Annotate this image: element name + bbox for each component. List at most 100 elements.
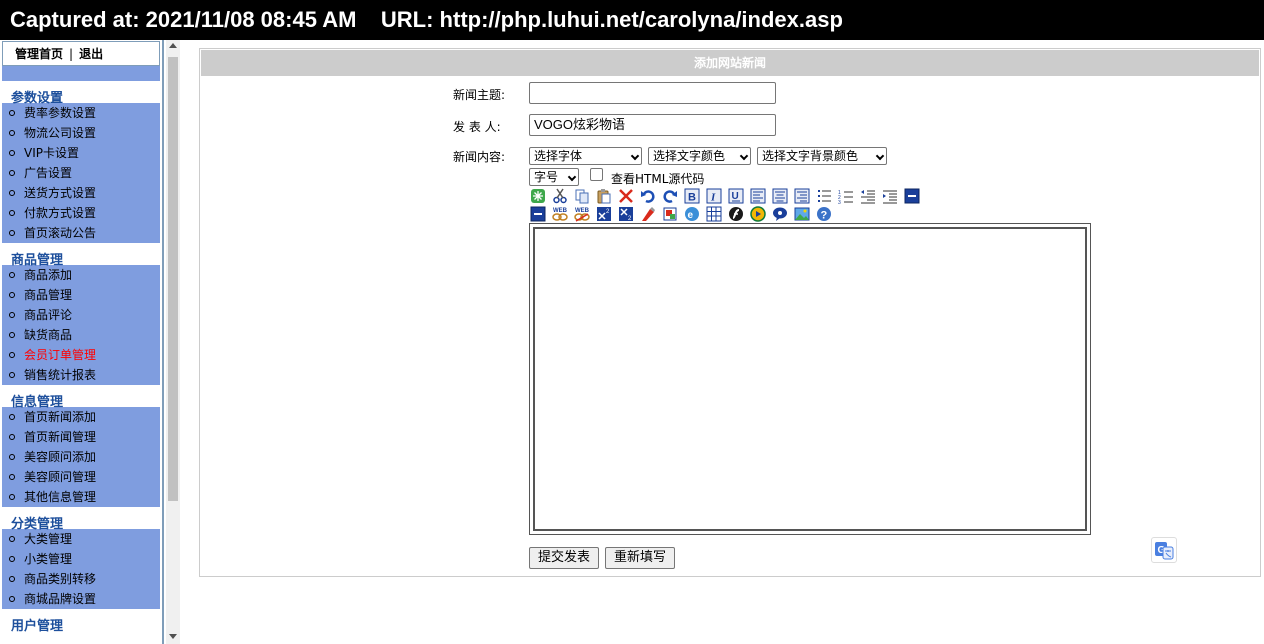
sidebar-item[interactable]: 首页新闻管理 bbox=[2, 427, 160, 447]
subject-input[interactable] bbox=[529, 82, 776, 104]
sidebar-section-title[interactable]: 商品管理 bbox=[2, 243, 160, 268]
reset-button[interactable]: 重新填写 bbox=[605, 547, 675, 569]
sidebar-item-label: 其他信息管理 bbox=[24, 490, 97, 504]
clean-format-icon[interactable] bbox=[640, 206, 656, 222]
scroll-down-icon[interactable] bbox=[169, 634, 177, 639]
paste-icon[interactable] bbox=[596, 188, 612, 204]
translate-icon[interactable]: G bbox=[1151, 537, 1177, 563]
bullet-icon bbox=[9, 190, 15, 196]
sidebar-item[interactable]: 商品类别转移 bbox=[2, 569, 160, 589]
sound-icon[interactable] bbox=[772, 206, 788, 222]
sidebar-section-title[interactable]: 分类管理 bbox=[2, 507, 160, 532]
table-icon[interactable] bbox=[706, 206, 722, 222]
align-left-icon[interactable] bbox=[750, 188, 766, 204]
sidebar-item[interactable]: 商品添加 bbox=[2, 265, 160, 285]
sidebar-top-links: 管理首页 | 退出 bbox=[2, 41, 160, 66]
picture-icon[interactable] bbox=[794, 206, 810, 222]
subscript-icon[interactable]: 2 bbox=[618, 206, 634, 222]
sidebar-item[interactable]: 物流公司设置 bbox=[2, 123, 160, 143]
text-color-select-value: 选择文字颜色 bbox=[653, 149, 726, 163]
sidebar-item[interactable]: 商品管理 bbox=[2, 285, 160, 305]
flash-icon[interactable] bbox=[728, 206, 744, 222]
font-size-select-value: 字号 bbox=[534, 170, 559, 184]
horizontal-rule-icon[interactable] bbox=[904, 188, 920, 204]
sidebar-item[interactable]: 小类管理 bbox=[2, 549, 160, 569]
page-title: 添加网站新闻 bbox=[201, 50, 1259, 76]
scroll-thumb[interactable] bbox=[168, 57, 178, 501]
subject-label: 新闻主题: bbox=[453, 88, 506, 102]
sidebar-item[interactable]: 美容顾问添加 bbox=[2, 447, 160, 467]
align-center-icon[interactable] bbox=[772, 188, 788, 204]
sidebar-item[interactable]: 会员订单管理 bbox=[2, 345, 160, 365]
sidebar-item[interactable]: 首页滚动公告 bbox=[2, 223, 160, 243]
ordered-list-icon[interactable]: 123 bbox=[838, 188, 854, 206]
redo-icon[interactable] bbox=[662, 188, 678, 204]
sidebar-item[interactable]: VIP卡设置 bbox=[2, 143, 160, 163]
submit-button[interactable]: 提交发表 bbox=[529, 547, 599, 569]
sidebar-item[interactable]: 费率参数设置 bbox=[2, 103, 160, 123]
sidebar-item[interactable]: 销售统计报表 bbox=[2, 365, 160, 385]
media-icon[interactable] bbox=[750, 206, 766, 222]
bg-color-select-value: 选择文字背景颜色 bbox=[762, 149, 859, 163]
web-icon[interactable]: e bbox=[684, 206, 700, 222]
bold-icon[interactable]: B bbox=[684, 188, 700, 204]
indent-icon[interactable] bbox=[882, 188, 898, 204]
sidebar-spacer bbox=[2, 66, 160, 81]
sidebar-item[interactable]: 商城品牌设置 bbox=[2, 589, 160, 609]
sidebar-item-label: 美容顾问添加 bbox=[24, 450, 97, 464]
content-editor[interactable] bbox=[529, 223, 1091, 535]
scroll-up-icon[interactable] bbox=[169, 43, 177, 48]
bullet-icon bbox=[9, 292, 15, 298]
delete-icon[interactable] bbox=[618, 188, 634, 204]
sidebar-item[interactable]: 付款方式设置 bbox=[2, 203, 160, 223]
author-input[interactable]: VOGO炫彩物语 bbox=[529, 114, 776, 136]
sidebar-item[interactable]: 美容顾问管理 bbox=[2, 467, 160, 487]
bullet-icon bbox=[9, 170, 15, 176]
align-right-icon[interactable] bbox=[794, 188, 810, 204]
sidebar-section-title[interactable]: 信息管理 bbox=[2, 385, 160, 410]
admin-home-link[interactable]: 管理首页 bbox=[15, 47, 63, 61]
chevron-down-icon bbox=[875, 151, 885, 161]
sidebar-section-title[interactable]: 参数设置 bbox=[2, 81, 160, 106]
undo-icon[interactable] bbox=[640, 188, 656, 204]
sidebar-item[interactable]: 其他信息管理 bbox=[2, 487, 160, 507]
logout-link[interactable]: 退出 bbox=[79, 47, 103, 61]
sidebar-item[interactable]: 首页新闻添加 bbox=[2, 407, 160, 427]
superscript-icon[interactable]: 2 bbox=[596, 206, 612, 222]
sidebar-item[interactable]: 缺货商品 bbox=[2, 325, 160, 345]
bullet-icon bbox=[9, 454, 15, 460]
bg-color-select[interactable]: 选择文字背景颜色 bbox=[757, 147, 887, 165]
italic-icon[interactable]: I bbox=[706, 188, 722, 204]
sidebar-item[interactable]: 大类管理 bbox=[2, 529, 160, 549]
underline-icon[interactable]: U bbox=[728, 188, 744, 204]
font-select[interactable]: 选择字体 bbox=[529, 147, 642, 165]
sidebar-item-label: 付款方式设置 bbox=[24, 206, 97, 220]
help-icon[interactable]: ? bbox=[816, 206, 832, 222]
sidebar-section-title[interactable]: 用户管理 bbox=[2, 609, 160, 634]
sidebar-sections: 参数设置 费率参数设置 物流公司设置 VIP卡设置 广告设置 送货方式设置付款方式设置首页… bbox=[0, 81, 162, 634]
content-editor-area[interactable] bbox=[533, 227, 1087, 531]
sidebar-item[interactable]: 广告设置 bbox=[2, 163, 160, 183]
insert-link-icon[interactable]: WEB bbox=[552, 206, 568, 222]
remove-link-icon[interactable]: WEB bbox=[574, 206, 590, 222]
svg-text:WEB: WEB bbox=[575, 208, 590, 214]
new-doc-icon[interactable] bbox=[530, 188, 546, 204]
bullet-icon bbox=[9, 414, 15, 420]
outdent-icon[interactable] bbox=[860, 188, 876, 204]
font-size-select[interactable]: 字号 bbox=[529, 168, 579, 186]
copy-icon[interactable] bbox=[574, 188, 590, 204]
insert-image-icon[interactable] bbox=[662, 206, 678, 222]
horizontal-rule-icon[interactable] bbox=[530, 206, 546, 222]
bullet-icon bbox=[9, 352, 15, 358]
sidebar-item[interactable]: 商品评论 bbox=[2, 305, 160, 325]
svg-text:?: ? bbox=[821, 210, 828, 222]
sidebar-scrollbar[interactable] bbox=[166, 40, 180, 644]
cut-icon[interactable] bbox=[552, 188, 568, 204]
unordered-list-icon[interactable] bbox=[816, 188, 832, 204]
text-color-select[interactable]: 选择文字颜色 bbox=[648, 147, 751, 165]
svg-text:B: B bbox=[688, 192, 696, 204]
editor-toolbar-row-2: WEB WEB 2 2 e? bbox=[530, 206, 838, 224]
html-source-checkbox[interactable] bbox=[590, 168, 603, 181]
sidebar-item[interactable]: 送货方式设置 bbox=[2, 183, 160, 203]
bullet-icon bbox=[9, 494, 15, 500]
